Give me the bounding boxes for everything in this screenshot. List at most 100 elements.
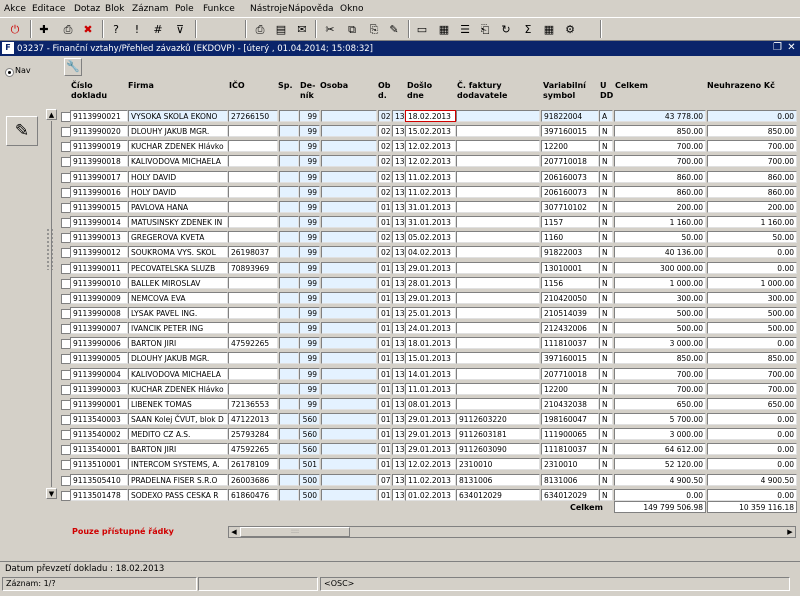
cell-ico[interactable] — [228, 125, 278, 138]
cell-u[interactable]: N — [599, 291, 613, 304]
cell-firma[interactable]: NEMCOVA EVA — [128, 291, 228, 304]
copy-icon[interactable]: ⧉ — [344, 21, 360, 37]
scroll-right-icon[interactable]: ▶ — [785, 527, 795, 537]
cell-neuh[interactable]: 200.00 — [707, 200, 797, 213]
cell-firma[interactable]: PRADELNA FISER S.R.O — [128, 473, 228, 486]
cell-vs[interactable]: 12200 — [541, 140, 599, 153]
cell-firma[interactable]: LYSAK PAVEL ING. — [128, 306, 228, 319]
col-header-udd[interactable]: U DD — [600, 81, 613, 101]
cell-o2[interactable]: 13 — [392, 140, 405, 153]
cell-cf[interactable] — [456, 322, 540, 335]
cell-sp[interactable] — [279, 352, 299, 365]
cell-cislo[interactable]: 9113990017 — [70, 170, 128, 183]
cell-ico[interactable] — [228, 306, 278, 319]
cell-vs[interactable]: 634012029 — [541, 488, 599, 501]
cell-osoba[interactable] — [321, 488, 377, 501]
cell-cf[interactable] — [456, 367, 540, 380]
cell-cislo[interactable]: 9113990011 — [70, 261, 128, 274]
cell-sp[interactable] — [279, 306, 299, 319]
cell-vs[interactable]: 111810037 — [541, 443, 599, 456]
cell-neuh[interactable]: 860.00 — [707, 170, 797, 183]
col-header-osoba[interactable]: Osoba — [320, 81, 348, 91]
cell-neuh[interactable]: 500.00 — [707, 322, 797, 335]
cell-cislo[interactable]: 9113540003 — [70, 413, 128, 425]
cell-cislo[interactable]: 9113990020 — [70, 125, 128, 138]
cell-doslo[interactable]: 12.02.2013 — [405, 140, 456, 153]
cell-ob[interactable]: 01 — [378, 276, 391, 289]
cell-denik[interactable]: 560 — [299, 443, 320, 456]
cell-denik[interactable]: 99 — [299, 261, 320, 274]
cell-neuh[interactable]: 850.00 — [707, 125, 797, 138]
print-preview-icon[interactable]: ⎙ — [60, 21, 76, 37]
cell-celkem[interactable]: 1 160.00 — [614, 216, 706, 229]
cell-cf[interactable] — [456, 216, 540, 229]
cell-doslo[interactable]: 11.02.2013 — [405, 185, 456, 198]
cell-vs[interactable]: 8131006 — [541, 473, 599, 486]
cell-ico[interactable]: 26003686 — [228, 473, 278, 486]
cell-neuh[interactable]: 1 000.00 — [707, 276, 797, 289]
cell-u[interactable]: N — [599, 231, 613, 244]
cell-u[interactable]: A — [599, 110, 613, 122]
cell-firma[interactable]: DLOUHY JAKUB MGR. — [128, 125, 228, 138]
col-header-firma[interactable]: Firma — [128, 81, 154, 91]
cell-sp[interactable] — [279, 246, 299, 259]
cell-denik[interactable]: 99 — [299, 322, 320, 335]
cell-vs[interactable]: 206160073 — [541, 170, 599, 183]
query-count-icon[interactable]: # — [150, 21, 166, 37]
cell-doslo[interactable]: 29.01.2013 — [405, 261, 456, 274]
cell-denik[interactable]: 99 — [299, 110, 320, 122]
cell-neuh[interactable]: 300.00 — [707, 291, 797, 304]
cell-firma[interactable]: MEDITO CZ A.S. — [128, 428, 228, 441]
cell-ob[interactable]: 01 — [378, 261, 391, 274]
cell-sp[interactable] — [279, 337, 299, 350]
cell-vs[interactable]: 111810037 — [541, 337, 599, 350]
cell-celkem[interactable]: 3 000.00 — [614, 337, 706, 350]
cell-celkem[interactable]: 64 612.00 — [614, 443, 706, 456]
cell-cf[interactable] — [456, 306, 540, 319]
cell-neuh[interactable]: 0.00 — [707, 428, 797, 441]
calculator-icon[interactable]: ▦ — [436, 21, 452, 37]
cell-firma[interactable]: SODEXO PASS CESKA R — [128, 488, 228, 501]
cell-doslo[interactable]: 29.01.2013 — [405, 291, 456, 304]
cell-denik[interactable]: 99 — [299, 352, 320, 365]
filter-icon[interactable]: ⊽ — [172, 21, 188, 37]
menu-item-9[interactable]: Okno — [340, 4, 364, 14]
cell-u[interactable]: N — [599, 140, 613, 153]
cell-o2[interactable]: 13 — [392, 306, 405, 319]
cell-firma[interactable]: MATUSINSKY ZDENEK IN — [128, 216, 228, 229]
cell-celkem[interactable]: 4 900.50 — [614, 473, 706, 486]
cell-neuh[interactable]: 850.00 — [707, 352, 797, 365]
restore-icon[interactable]: ❐ — [772, 42, 783, 54]
cell-cf[interactable] — [456, 155, 540, 168]
cell-o2[interactable]: 13 — [392, 443, 405, 456]
cell-osoba[interactable] — [321, 216, 377, 229]
cell-cislo[interactable]: 9113990008 — [70, 306, 128, 319]
cell-u[interactable]: N — [599, 322, 613, 335]
cell-ico[interactable] — [228, 367, 278, 380]
list-icon[interactable]: ☰ — [457, 21, 473, 37]
cell-sp[interactable] — [279, 291, 299, 304]
cell-ico[interactable] — [228, 155, 278, 168]
cell-o2[interactable]: 13 — [392, 246, 405, 259]
cell-firma[interactable]: PAVLOVA HANA — [128, 200, 228, 213]
cell-cf[interactable] — [456, 246, 540, 259]
cell-u[interactable]: N — [599, 246, 613, 259]
cell-doslo[interactable]: 29.01.2013 — [405, 428, 456, 441]
cell-u[interactable]: N — [599, 216, 613, 229]
cell-doslo[interactable]: 05.02.2013 — [405, 231, 456, 244]
cell-cf[interactable] — [456, 337, 540, 350]
cell-denik[interactable]: 501 — [299, 458, 320, 471]
cell-osoba[interactable] — [321, 170, 377, 183]
cell-u[interactable]: N — [599, 352, 613, 365]
cell-cf[interactable] — [456, 397, 540, 410]
cell-denik[interactable]: 500 — [299, 473, 320, 486]
cell-vs[interactable]: 206160073 — [541, 185, 599, 198]
cell-cf[interactable] — [456, 140, 540, 153]
cell-ob[interactable]: 01 — [378, 382, 391, 395]
cell-ob[interactable]: 01 — [378, 337, 391, 350]
cell-doslo[interactable]: 24.01.2013 — [405, 322, 456, 335]
cell-cf[interactable] — [456, 231, 540, 244]
cell-osoba[interactable] — [321, 443, 377, 456]
cell-celkem[interactable]: 860.00 — [614, 185, 706, 198]
cell-sp[interactable] — [279, 110, 299, 122]
